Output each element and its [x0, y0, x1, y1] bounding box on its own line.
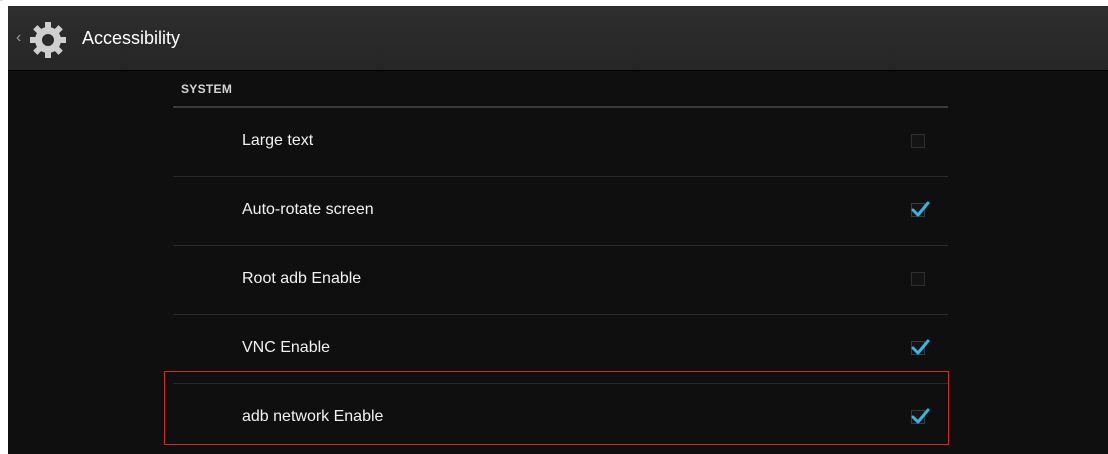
setting-checkbox[interactable] — [911, 408, 930, 424]
setting-row[interactable]: VNC Enable — [173, 315, 948, 384]
setting-checkbox[interactable] — [911, 339, 930, 355]
setting-row[interactable]: Auto-rotate screen — [173, 177, 948, 246]
setting-checkbox[interactable] — [911, 201, 930, 217]
chevron-left-icon[interactable]: ‹ — [16, 28, 26, 48]
action-bar: ‹ Accessibility — [8, 6, 1108, 71]
setting-label: Auto-rotate screen — [242, 201, 374, 218]
setting-label: adb network Enable — [242, 408, 384, 425]
section-header: SYSTEM — [173, 70, 948, 108]
setting-checkbox[interactable] — [911, 134, 925, 148]
setting-row[interactable]: adb network Enable — [173, 384, 948, 453]
settings-screen: ‹ Accessibility SYSTEM Large text Auto-ro… — [8, 6, 1108, 454]
checkmark-icon — [911, 339, 930, 355]
setting-checkbox[interactable] — [911, 272, 925, 286]
setting-row[interactable]: Large text — [173, 108, 948, 177]
setting-label: Root adb Enable — [242, 270, 362, 287]
setting-row[interactable]: Root adb Enable — [173, 246, 948, 315]
settings-list: SYSTEM Large text Auto-rotate screen Root … — [173, 70, 948, 453]
setting-label: VNC Enable — [242, 339, 331, 356]
checkmark-icon — [911, 201, 930, 217]
setting-label: Large text — [242, 132, 314, 149]
checkmark-icon — [911, 408, 930, 424]
page-title: Accessibility — [82, 28, 181, 48]
corner-mark: ° — [0, 0, 3, 6]
settings-gear-icon[interactable] — [28, 20, 68, 60]
